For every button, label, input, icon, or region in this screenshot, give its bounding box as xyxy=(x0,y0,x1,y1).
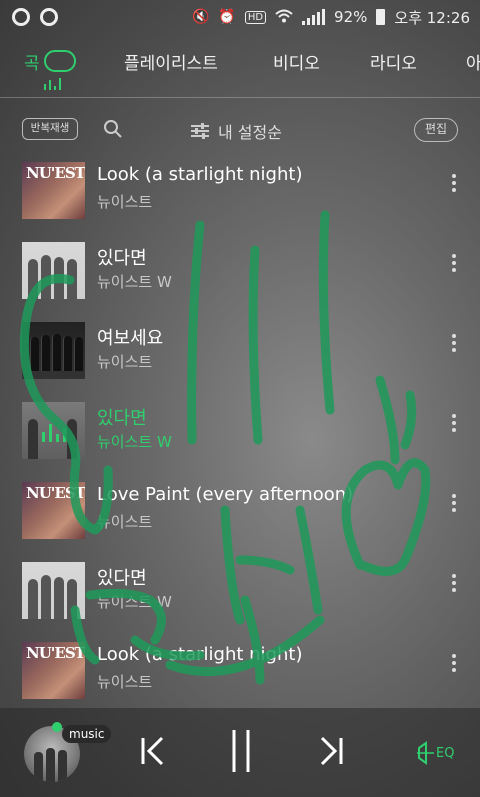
repeat-button[interactable]: 반복재생 xyxy=(22,118,78,140)
album-art: NU'EST xyxy=(22,162,85,219)
divider xyxy=(0,97,480,98)
more-options-icon[interactable] xyxy=(452,334,456,352)
sort-label: 내 설정순 xyxy=(218,123,282,142)
song-list: NU'EST Look (a starlight night) 뉴이스트 있다면… xyxy=(0,156,480,716)
song-artist: 뉴이스트 xyxy=(97,673,153,691)
song-row[interactable]: 있다면 뉴이스트 W xyxy=(0,236,480,316)
tab-video[interactable]: 비디오 xyxy=(273,49,320,74)
wifi-icon xyxy=(275,9,293,26)
list-toolbar: 반복재생 내 설정순 편집 xyxy=(0,114,480,148)
song-title: Love Paint (every afternoon) xyxy=(97,484,354,505)
search-icon[interactable] xyxy=(103,119,123,139)
eq-button[interactable]: EQ xyxy=(416,740,454,766)
now-playing-icon xyxy=(42,422,66,442)
signal-icon xyxy=(302,9,326,25)
song-title: Look (a starlight night) xyxy=(97,164,303,185)
more-options-icon[interactable] xyxy=(452,494,456,512)
edit-button[interactable]: 편집 xyxy=(414,118,458,142)
tab-playlist[interactable]: 플레이리스트 xyxy=(124,49,218,74)
app-icon xyxy=(12,8,30,26)
more-options-icon[interactable] xyxy=(452,654,456,672)
tab-songs[interactable]: 곡 xyxy=(24,49,40,74)
more-options-icon[interactable] xyxy=(452,174,456,192)
song-artist: 뉴이스트 W xyxy=(97,273,172,291)
status-dot xyxy=(52,722,62,732)
song-row-playing[interactable]: 있다면 뉴이스트 W xyxy=(0,396,480,476)
more-options-icon[interactable] xyxy=(452,574,456,592)
mini-player: music EQ xyxy=(0,708,480,797)
mute-icon: 🔇 xyxy=(191,9,210,25)
hd-icon: HD xyxy=(244,10,267,24)
edit-label: 편집 xyxy=(424,122,448,136)
song-artist: 뉴이스트 W xyxy=(97,593,172,611)
clock: 오후 12:26 xyxy=(394,8,470,27)
album-art xyxy=(22,322,85,379)
tab-bar: 곡 플레이리스트 비디오 라디오 아 xyxy=(0,40,480,92)
song-title: 있다면 xyxy=(97,248,147,269)
song-title: Look (a starlight night) xyxy=(97,644,303,665)
album-art xyxy=(22,242,85,299)
battery-icon xyxy=(376,9,386,25)
sort-settings-icon xyxy=(191,123,209,139)
alarm-icon: ⏰ xyxy=(218,9,236,25)
status-bar: 🔇 ⏰ HD 92% 오후 12:26 xyxy=(0,0,480,34)
song-row[interactable]: NU'EST Look (a starlight night) 뉴이스트 xyxy=(0,636,480,716)
tab-count-badge xyxy=(44,50,76,72)
repeat-label: 반복재생 xyxy=(30,122,70,134)
song-title: 여보세요 xyxy=(97,328,164,349)
song-row[interactable]: NU'EST Look (a starlight night) 뉴이스트 xyxy=(0,156,480,236)
song-artist: 뉴이스트 xyxy=(97,193,153,211)
song-artist: 뉴이스트 xyxy=(97,353,153,371)
battery-percent: 92% xyxy=(334,8,368,26)
album-art xyxy=(22,402,85,459)
album-art: NU'EST xyxy=(22,482,85,539)
previous-button[interactable] xyxy=(140,732,166,770)
song-artist: 뉴이스트 W xyxy=(97,433,172,451)
more-options-icon[interactable] xyxy=(452,414,456,432)
app-icon xyxy=(40,8,58,26)
song-title: 있다면 xyxy=(97,408,147,429)
album-art: NU'EST xyxy=(22,642,85,699)
album-art xyxy=(22,562,85,619)
eq-label: EQ xyxy=(436,745,455,761)
next-button[interactable] xyxy=(318,732,344,770)
song-row[interactable]: NU'EST Love Paint (every afternoon) 뉴이스트 xyxy=(0,476,480,556)
tab-radio[interactable]: 라디오 xyxy=(370,49,417,74)
more-options-icon[interactable] xyxy=(452,254,456,272)
tab-more[interactable]: 아 xyxy=(466,49,480,74)
song-title: 있다면 xyxy=(97,568,147,589)
song-row[interactable]: 여보세요 뉴이스트 xyxy=(0,316,480,396)
song-artist: 뉴이스트 xyxy=(97,513,153,531)
equalizer-icon xyxy=(44,78,61,90)
music-label: music xyxy=(62,725,112,743)
song-row[interactable]: 있다면 뉴이스트 W xyxy=(0,556,480,636)
pause-button[interactable] xyxy=(229,728,253,774)
sort-button[interactable]: 내 설정순 xyxy=(190,119,282,143)
speaker-icon xyxy=(417,741,434,765)
